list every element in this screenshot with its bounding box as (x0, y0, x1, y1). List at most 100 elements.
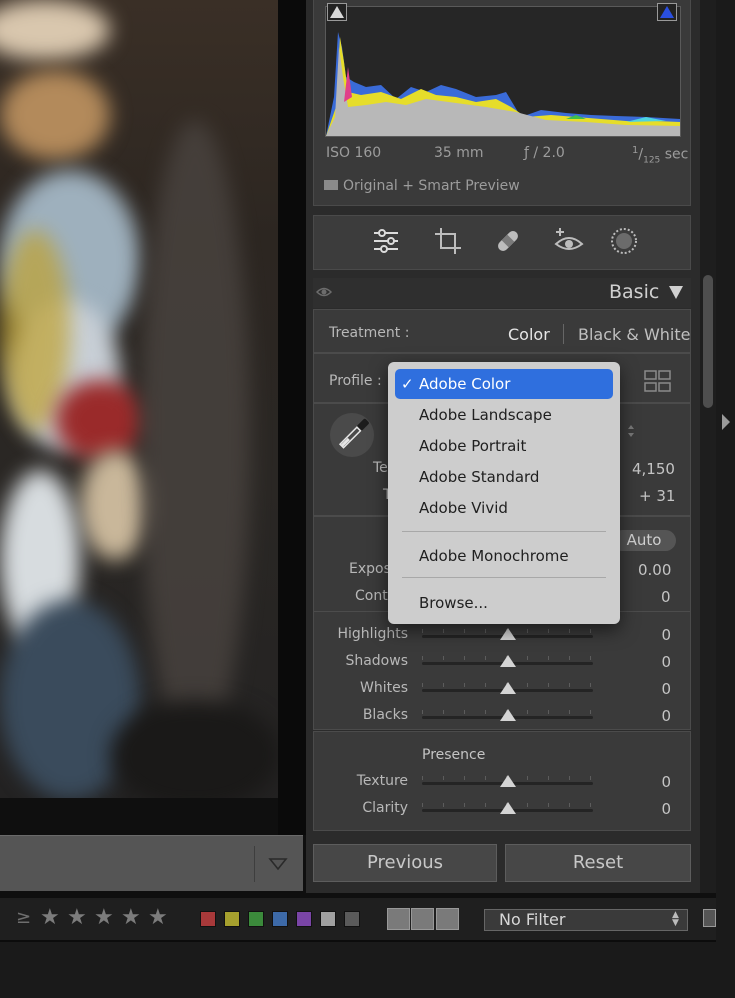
blacks-value[interactable]: 0 (661, 707, 671, 725)
focal-length-value: 35 mm (434, 145, 484, 161)
loupe-view-icon[interactable] (411, 908, 434, 930)
exposure-value[interactable]: 0.00 (638, 561, 671, 579)
checkmark-icon: ✓ (401, 375, 414, 393)
crop-icon[interactable] (433, 226, 463, 256)
toolbar-divider (254, 846, 255, 882)
whites-label: Whites (359, 680, 408, 696)
edit-sliders-icon[interactable] (371, 226, 401, 256)
menu-item-adobe-vivid[interactable]: Adobe Vivid (388, 493, 620, 523)
filter-preset-select[interactable]: No Filter (484, 909, 688, 931)
menu-item-label: Adobe Vivid (419, 499, 508, 517)
menu-item-adobe-standard[interactable]: Adobe Standard (388, 462, 620, 492)
tool-strip (313, 215, 691, 270)
canvas-background (278, 0, 306, 835)
chevron-down-icon[interactable] (268, 856, 288, 872)
color-label-swatch[interactable] (224, 911, 240, 927)
highlights-label: Highlights (337, 626, 409, 642)
toolbar-strip (0, 835, 303, 891)
clarity-value[interactable]: 0 (661, 800, 671, 818)
filmstrip-area (0, 940, 716, 998)
whites-slider-thumb[interactable] (499, 682, 516, 694)
menu-separator (402, 577, 606, 578)
star-icon[interactable]: ★ (121, 905, 141, 930)
menu-item-adobe-monochrome[interactable]: Adobe Monochrome (388, 541, 620, 571)
whites-value[interactable]: 0 (661, 680, 671, 698)
menu-item-label: Adobe Portrait (419, 437, 527, 455)
panel-scrollbar[interactable] (700, 0, 716, 893)
red-eye-icon[interactable] (554, 226, 584, 256)
highlights-slider-thumb[interactable] (499, 628, 516, 640)
contrast-value[interactable]: 0 (661, 588, 671, 606)
texture-slider-thumb[interactable] (499, 775, 516, 787)
menu-item-label: Adobe Landscape (419, 406, 552, 424)
menu-item-label: Adobe Color (419, 375, 511, 393)
exposure-label: Expos (349, 561, 391, 577)
star-icon[interactable]: ★ (148, 905, 168, 930)
compare-view-icon[interactable] (436, 908, 459, 930)
menu-item-adobe-landscape[interactable]: Adobe Landscape (388, 400, 620, 430)
wb-dropdown-arrows-icon[interactable] (627, 424, 635, 438)
reset-button[interactable]: Reset (505, 844, 691, 882)
shutter-speed-value: 1/125 sec (632, 145, 689, 166)
filter-lock-icon[interactable] (703, 909, 716, 927)
menu-item-browse[interactable]: Browse... (388, 588, 620, 618)
temp-label: Te (373, 460, 388, 476)
clarity-label: Clarity (362, 800, 408, 816)
star-icon[interactable]: ★ (40, 905, 60, 930)
highlights-value[interactable]: 0 (661, 626, 671, 644)
eyedropper-icon[interactable] (329, 410, 375, 460)
rating-comparator[interactable]: ≥ (16, 907, 31, 928)
treatment-row: Treatment : Color Black & White (313, 309, 691, 353)
auto-tone-button[interactable]: Auto (612, 530, 676, 551)
tint-value[interactable]: + 31 (639, 487, 675, 505)
color-label-swatch[interactable] (200, 911, 216, 927)
color-label-swatch[interactable] (344, 911, 360, 927)
panel-buttons: Previous Reset (313, 844, 691, 882)
star-icon[interactable]: ★ (67, 905, 87, 930)
histogram[interactable] (325, 6, 681, 137)
panel-scrollbar-thumb[interactable] (703, 275, 713, 408)
grid-view-icon[interactable] (387, 908, 410, 930)
aperture-value: ƒ / 2.0 (524, 145, 565, 161)
presence-title: Presence (422, 747, 486, 763)
texture-label: Texture (356, 773, 408, 789)
clarity-slider-thumb[interactable] (499, 802, 516, 814)
previous-button[interactable]: Previous (313, 844, 497, 882)
menu-item-adobe-portrait[interactable]: Adobe Portrait (388, 431, 620, 461)
menu-item-adobe-color[interactable]: ✓ Adobe Color (395, 369, 613, 399)
treatment-divider (563, 324, 564, 344)
healing-icon[interactable] (493, 226, 523, 256)
triangle-icon (660, 6, 674, 18)
shadows-slider-thumb[interactable] (499, 655, 516, 667)
texture-value[interactable]: 0 (661, 773, 671, 791)
masking-icon[interactable] (609, 226, 639, 256)
treatment-color-option[interactable]: Color (508, 325, 550, 344)
blacks-slider-thumb[interactable] (499, 709, 516, 721)
treatment-bw-option[interactable]: Black & White (578, 325, 690, 344)
color-label-swatch[interactable] (320, 911, 336, 927)
temp-value[interactable]: 4,150 (632, 460, 675, 478)
panel-edge (716, 0, 735, 998)
treatment-label: Treatment : (329, 325, 410, 341)
profile-browser-grid-icon[interactable] (644, 369, 672, 393)
photo-preview[interactable] (0, 0, 278, 798)
iso-value: ISO 160 (326, 145, 382, 161)
histogram-graph (326, 32, 680, 136)
preview-icon (324, 180, 338, 190)
color-label-swatch[interactable] (296, 911, 312, 927)
menu-separator (402, 531, 606, 532)
collapse-triangle-icon[interactable] (669, 286, 683, 299)
shadows-value[interactable]: 0 (661, 653, 671, 671)
select-arrows-icon: ▲ ▼ (672, 910, 679, 928)
eye-icon[interactable] (316, 285, 332, 299)
color-label-swatch[interactable] (248, 911, 264, 927)
menu-item-label: Adobe Standard (419, 468, 540, 486)
star-icon[interactable]: ★ (94, 905, 114, 930)
highlight-clipping-toggle[interactable] (657, 3, 677, 21)
smart-preview-status[interactable]: Original + Smart Preview (324, 178, 520, 194)
triangle-icon (330, 6, 344, 18)
collapse-panel-arrow-icon[interactable] (722, 414, 730, 430)
shadow-clipping-toggle[interactable] (327, 3, 347, 21)
smart-preview-label: Original + Smart Preview (343, 178, 520, 194)
color-label-swatch[interactable] (272, 911, 288, 927)
